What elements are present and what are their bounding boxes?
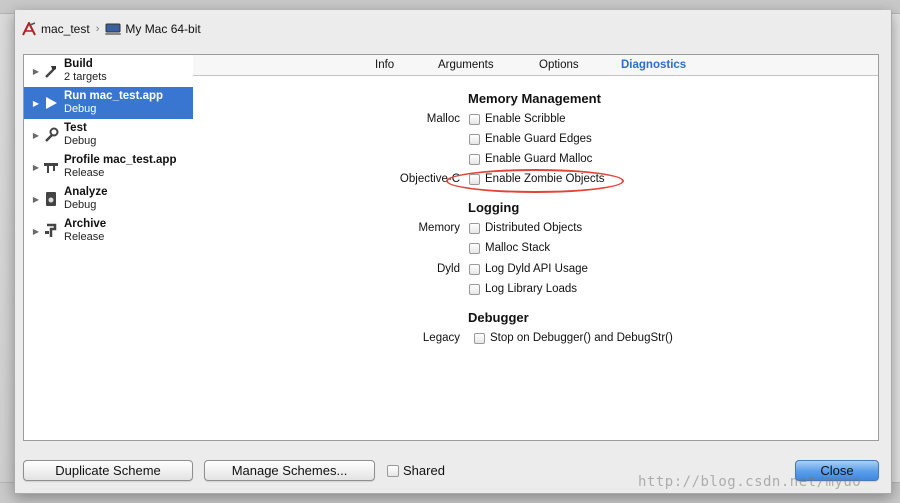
enable-scribble-checkbox[interactable] — [469, 113, 480, 125]
log-library-loads-checkbox[interactable] — [469, 283, 480, 295]
section-logging-title: Logging — [468, 200, 520, 215]
shared-label: Shared — [403, 463, 445, 478]
hammer-icon — [42, 62, 60, 80]
scheme-item-name: Archive — [64, 218, 107, 230]
disclosure-triangle-icon[interactable]: ▶ — [30, 227, 42, 236]
section-memory-management-title: Memory Management — [468, 91, 601, 106]
scheme-item-name: Analyze — [64, 186, 108, 198]
breadcrumb-project-label: mac_test — [41, 22, 90, 36]
highlight-annotation-ellipse — [446, 169, 624, 193]
scheme-item-subtitle: Release — [64, 231, 105, 243]
enable-guard-edges-checkbox[interactable] — [469, 133, 480, 145]
play-icon — [42, 94, 60, 112]
distributed-objects-option[interactable]: Distributed Objects — [469, 222, 582, 234]
log-dyld-api-usage-label: Log Dyld API Usage — [485, 263, 588, 275]
caliper-icon — [42, 158, 60, 176]
shared-checkbox[interactable] — [387, 464, 399, 477]
enable-scribble-label: Enable Scribble — [485, 113, 566, 125]
scheme-item-name: Profile mac_test.app — [64, 154, 177, 166]
diagnostics-pane: Info Arguments Options Diagnostics Memor… — [193, 54, 879, 441]
stop-on-debugger-label: Stop on Debugger() and DebugStr() — [490, 332, 673, 344]
stop-on-debugger-checkbox[interactable] — [474, 332, 485, 344]
breadcrumb-project[interactable]: mac_test — [21, 22, 90, 36]
manage-schemes-button[interactable]: Manage Schemes... — [204, 460, 375, 481]
breadcrumb: mac_test › My Mac 64-bit — [21, 20, 201, 38]
enable-guard-malloc-option[interactable]: Enable Guard Malloc — [469, 153, 592, 165]
disclosure-triangle-icon[interactable]: ▶ — [30, 67, 42, 76]
disclosure-triangle-icon[interactable]: ▶ — [30, 99, 42, 108]
analyze-icon — [42, 190, 60, 208]
log-dyld-api-usage-checkbox[interactable] — [469, 263, 480, 275]
log-library-loads-label: Log Library Loads — [485, 283, 578, 295]
mac-computer-icon — [105, 23, 122, 35]
archive-icon — [42, 222, 60, 240]
malloc-stack-checkbox[interactable] — [469, 242, 480, 254]
duplicate-scheme-button[interactable]: Duplicate Scheme — [23, 460, 193, 481]
scheme-action-list: ▶ Build 2 targets ▶ Run mac_test.app Deb… — [23, 54, 194, 441]
disclosure-triangle-icon[interactable]: ▶ — [30, 131, 42, 140]
scheme-item-name: Run mac_test.app — [64, 90, 164, 102]
tab-arguments[interactable]: Arguments — [438, 59, 494, 71]
enable-guard-edges-option[interactable]: Enable Guard Edges — [469, 133, 592, 145]
xcode-project-icon — [21, 22, 37, 36]
malloc-stack-option[interactable]: Malloc Stack — [469, 242, 550, 254]
shared-option[interactable]: Shared — [387, 463, 445, 478]
tab-options[interactable]: Options — [539, 59, 579, 71]
stop-on-debugger-option[interactable]: Stop on Debugger() and DebugStr() — [474, 332, 673, 344]
malloc-stack-label: Malloc Stack — [485, 242, 551, 254]
disclosure-triangle-icon[interactable]: ▶ — [30, 163, 42, 172]
distributed-objects-label: Distributed Objects — [485, 222, 583, 234]
scheme-item-subtitle: Debug — [64, 135, 97, 147]
scheme-editor-sheet: mac_test › My Mac 64-bit ▶ Build 2 targe… — [14, 10, 892, 494]
watermark-text: http://blog.csdn.net/myuo — [638, 474, 862, 490]
breadcrumb-destination[interactable]: My Mac 64-bit — [105, 22, 201, 36]
scheme-item-archive[interactable]: ▶ Archive Release — [24, 215, 193, 247]
scheme-item-subtitle: 2 targets — [64, 71, 107, 83]
scheme-item-subtitle: Debug — [64, 199, 97, 211]
scheme-item-subtitle: Debug — [64, 103, 97, 115]
scheme-item-subtitle: Release — [64, 167, 105, 179]
malloc-label: Malloc — [426, 113, 460, 125]
memory-label: Memory — [418, 222, 460, 234]
log-library-loads-option[interactable]: Log Library Loads — [469, 283, 577, 295]
legacy-label: Legacy — [422, 332, 460, 344]
tab-info[interactable]: Info — [375, 59, 394, 71]
disclosure-triangle-icon[interactable]: ▶ — [30, 195, 42, 204]
scheme-item-test[interactable]: ▶ Test Debug — [24, 119, 193, 151]
wrench-icon — [42, 126, 60, 144]
scheme-item-run[interactable]: ▶ Run mac_test.app Debug — [24, 87, 193, 119]
tab-diagnostics[interactable]: Diagnostics — [621, 59, 686, 71]
enable-scribble-option[interactable]: Enable Scribble — [469, 113, 566, 125]
breadcrumb-destination-label: My Mac 64-bit — [125, 22, 201, 36]
scheme-item-analyze[interactable]: ▶ Analyze Debug — [24, 183, 193, 215]
tab-bar: Info Arguments Options Diagnostics — [193, 55, 878, 76]
enable-guard-malloc-checkbox[interactable] — [469, 153, 480, 165]
enable-guard-edges-label: Enable Guard Edges — [485, 133, 592, 145]
dyld-label: Dyld — [436, 263, 460, 275]
scheme-item-name: Test — [64, 122, 87, 134]
section-debugger-title: Debugger — [468, 310, 529, 325]
distributed-objects-checkbox[interactable] — [469, 222, 480, 234]
breadcrumb-separator-icon: › — [95, 23, 100, 35]
log-dyld-api-usage-option[interactable]: Log Dyld API Usage — [469, 263, 588, 275]
scheme-item-build[interactable]: ▶ Build 2 targets — [24, 55, 193, 87]
scheme-item-profile[interactable]: ▶ Profile mac_test.app Release — [24, 151, 193, 183]
scheme-item-name: Build — [64, 58, 93, 70]
enable-guard-malloc-label: Enable Guard Malloc — [485, 153, 593, 165]
